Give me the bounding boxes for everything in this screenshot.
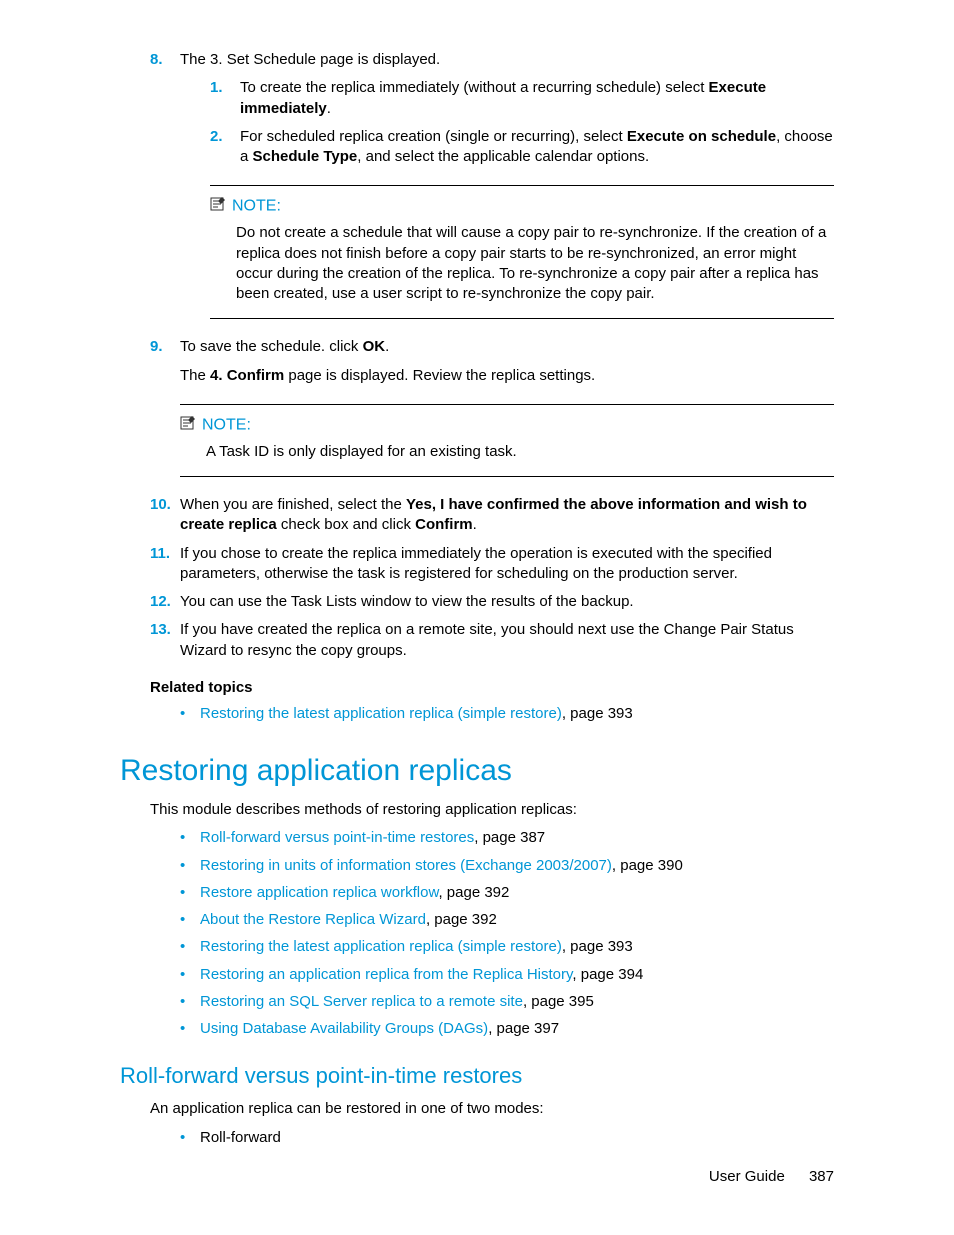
- step-text: When you are finished, select the: [180, 496, 406, 513]
- footer-label: User Guide: [709, 1168, 785, 1185]
- substep-text: .: [327, 100, 331, 117]
- list-text: Roll-forward: [200, 1129, 281, 1146]
- subsection-title: Roll-forward versus point-in-time restor…: [120, 1063, 834, 1089]
- page-ref: , page 392: [438, 884, 509, 901]
- note-header: NOTE:: [210, 196, 834, 217]
- page-ref: , page 393: [562, 938, 633, 955]
- substep-2: 2. For scheduled replica creation (singl…: [210, 127, 834, 168]
- topic-link[interactable]: Restoring an application replica from th…: [200, 966, 572, 983]
- step-10: 10. When you are finished, select the Ye…: [150, 495, 834, 536]
- substep-text: , and select the applicable calendar opt…: [357, 148, 649, 165]
- step-8: 8. The 3. Set Schedule page is displayed…: [150, 50, 834, 167]
- topic-link[interactable]: Roll-forward versus point-in-time restor…: [200, 829, 474, 846]
- note-body: A Task ID is only displayed for an exist…: [180, 442, 834, 462]
- list-item: Using Database Availability Groups (DAGs…: [180, 1019, 834, 1039]
- bold-text: Confirm: [415, 516, 473, 533]
- main-step-list-cont: 9. To save the schedule. click OK. The 4…: [120, 337, 834, 386]
- main-step-list: 8. The 3. Set Schedule page is displayed…: [120, 50, 834, 167]
- step-text: If you have created the replica on a rem…: [180, 621, 794, 658]
- bold-text: Execute on schedule: [627, 128, 776, 145]
- step-13: 13. If you have created the replica on a…: [150, 620, 834, 661]
- step-text: To save the schedule. click: [180, 338, 363, 355]
- step-number: 12.: [150, 592, 171, 612]
- page-number: 387: [809, 1168, 834, 1185]
- step-12: 12. You can use the Task Lists window to…: [150, 592, 834, 612]
- substep-1: 1. To create the replica immediately (wi…: [210, 78, 834, 119]
- step-text: .: [385, 338, 389, 355]
- note-body: Do not create a schedule that will cause…: [210, 223, 834, 304]
- step-text: If you chose to create the replica immed…: [180, 545, 772, 582]
- section-title: Restoring application replicas: [120, 754, 834, 788]
- topic-link[interactable]: Restoring the latest application replica…: [200, 938, 562, 955]
- note-label: NOTE:: [202, 416, 251, 433]
- topic-link[interactable]: Restore application replica workflow: [200, 884, 438, 901]
- list-item: Restoring in units of information stores…: [180, 856, 834, 876]
- step-text: You can use the Task Lists window to vie…: [180, 593, 634, 610]
- step-text: The: [180, 367, 210, 384]
- step-para: The 4. Confirm page is displayed. Review…: [180, 366, 834, 386]
- list-item: Restoring an application replica from th…: [180, 965, 834, 985]
- substep-number: 2.: [210, 127, 223, 147]
- section-intro: This module describes methods of restori…: [150, 800, 834, 820]
- subsection-list: Roll-forward: [150, 1128, 834, 1148]
- page-ref: , page 392: [426, 911, 497, 928]
- step-number: 10.: [150, 495, 171, 515]
- topic-link[interactable]: About the Restore Replica Wizard: [200, 911, 426, 928]
- list-item: About the Restore Replica Wizard, page 3…: [180, 910, 834, 930]
- subsection-intro: An application replica can be restored i…: [150, 1099, 834, 1119]
- substep-number: 1.: [210, 78, 223, 98]
- bold-text: 4. Confirm: [210, 367, 284, 384]
- step-text: .: [473, 516, 477, 533]
- note-block-2: NOTE: A Task ID is only displayed for an…: [180, 404, 834, 477]
- page-ref: , page 394: [572, 966, 643, 983]
- step-number: 13.: [150, 620, 171, 640]
- note-header: NOTE:: [180, 415, 834, 436]
- note-icon: [180, 415, 198, 436]
- bold-text: Schedule Type: [253, 148, 358, 165]
- step-text: check box and click: [277, 516, 415, 533]
- page-ref: , page 395: [523, 993, 594, 1010]
- list-item: Restore application replica workflow, pa…: [180, 883, 834, 903]
- note-block-1: NOTE: Do not create a schedule that will…: [210, 185, 834, 319]
- step-number: 8.: [150, 50, 163, 70]
- note-label: NOTE:: [232, 198, 281, 215]
- step-text: page is displayed. Review the replica se…: [284, 367, 595, 384]
- substep-list: 1. To create the replica immediately (wi…: [180, 78, 834, 167]
- related-topics-title: Related topics: [150, 679, 834, 696]
- page-footer: User Guide 387: [709, 1168, 834, 1185]
- list-item: Restoring an SQL Server replica to a rem…: [180, 992, 834, 1012]
- list-item: Roll-forward versus point-in-time restor…: [180, 828, 834, 848]
- topic-link[interactable]: Using Database Availability Groups (DAGs…: [200, 1020, 488, 1037]
- step-9: 9. To save the schedule. click OK. The 4…: [150, 337, 834, 386]
- main-step-list-cont2: 10. When you are finished, select the Ye…: [120, 495, 834, 661]
- step-text: The 3. Set Schedule page is displayed.: [180, 51, 440, 68]
- note-icon: [210, 196, 228, 217]
- list-item: Restoring the latest application replica…: [180, 937, 834, 957]
- section-links-list: Roll-forward versus point-in-time restor…: [150, 828, 834, 1039]
- bold-text: OK: [363, 338, 386, 355]
- related-topics-list: Restoring the latest application replica…: [150, 704, 834, 724]
- document-page: 8. The 3. Set Schedule page is displayed…: [0, 0, 954, 1205]
- step-number: 9.: [150, 337, 163, 357]
- topic-link[interactable]: Restoring an SQL Server replica to a rem…: [200, 993, 523, 1010]
- topic-link[interactable]: Restoring in units of information stores…: [200, 857, 612, 874]
- page-ref: , page 387: [474, 829, 545, 846]
- page-ref: , page 390: [612, 857, 683, 874]
- list-item: Roll-forward: [180, 1128, 834, 1148]
- page-ref: , page 393: [562, 705, 633, 722]
- page-ref: , page 397: [488, 1020, 559, 1037]
- list-item: Restoring the latest application replica…: [180, 704, 834, 724]
- substep-text: To create the replica immediately (witho…: [240, 79, 709, 96]
- related-topics: Related topics Restoring the latest appl…: [150, 679, 834, 724]
- step-11: 11. If you chose to create the replica i…: [150, 544, 834, 585]
- substep-text: For scheduled replica creation (single o…: [240, 128, 627, 145]
- step-number: 11.: [150, 544, 170, 564]
- related-link[interactable]: Restoring the latest application replica…: [200, 705, 562, 722]
